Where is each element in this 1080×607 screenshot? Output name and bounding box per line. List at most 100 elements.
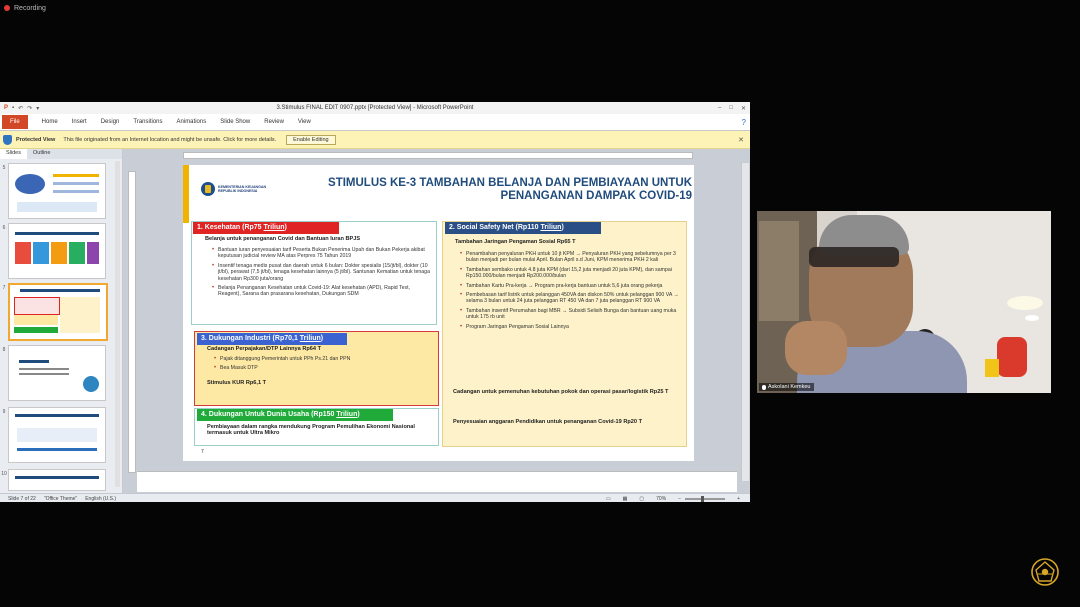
horizontal-ruler [183, 152, 693, 159]
vertical-scrollbar[interactable] [741, 163, 749, 481]
slide-title: STIMULUS KE-3 TAMBAHAN BELANJA DAN PEMBI… [272, 177, 692, 203]
slide-thumbnail[interactable]: 10 [0, 469, 106, 491]
zoom-control: ▭ ▦ ▢ 70% − + [598, 495, 740, 502]
kemenkeu-watermark-logo [1031, 558, 1059, 586]
thumbnail-number: 7 [2, 285, 6, 291]
list-item: Tambahan insentif Perumahan bagi MBR → S… [459, 308, 683, 321]
protected-view-title: Protected View [16, 136, 56, 143]
slide-sorter-icon[interactable]: ▦ [623, 496, 628, 502]
section-1-list: Bantuan iuran penyesuaian tarif Peserta … [211, 247, 433, 301]
tab-animations[interactable]: Animations [177, 119, 207, 125]
window-controls: – □ ✕ [718, 105, 746, 112]
tab-view[interactable]: View [298, 119, 311, 125]
recording-indicator: Recording [4, 2, 46, 14]
tab-file[interactable]: File [2, 115, 28, 129]
participant-name-tag: Askolani Kemkeu [759, 383, 814, 391]
section-2-list: Penambahan penyaluran PKH untuk 10 jt KP… [459, 251, 683, 333]
ceiling-light [1007, 296, 1043, 310]
list-item: Penambahan penyaluran PKH untuk 10 jt KP… [459, 251, 683, 264]
slide-thumbnail-selected[interactable]: 7 [0, 283, 108, 341]
record-dot-icon [4, 5, 10, 11]
kemenkeu-emblem-icon [201, 182, 215, 196]
slide-thumbnail[interactable]: 9 [0, 407, 106, 463]
section-4-body: Pembiayaan dalam rangka mendukung Progra… [207, 424, 415, 437]
protected-view-message[interactable]: This file originated from an Internet lo… [63, 137, 276, 143]
thumbnail-number: 10 [1, 471, 7, 477]
section-3-subtitle: Cadangan Perpajakan/DTP Lainnya Rp64 T [207, 346, 321, 352]
minimize-button[interactable]: – [718, 105, 721, 112]
tab-slides[interactable]: Slides [0, 149, 27, 159]
section-2-paragraph-1: Cadangan untuk pemenuhan kebutuhan pokok… [453, 389, 669, 395]
list-item: Belanja Penanganan Kesehatan untuk Covid… [211, 285, 433, 298]
section-2-subtitle: Tambahan Jaringan Pengaman Sosial Rp65 T [455, 239, 576, 245]
ribbon-tabs: File Home Insert Design Transitions Anim… [0, 114, 750, 131]
section-3-stimulus: Stimulus KUR Rp6,1 T [207, 380, 267, 386]
title-bar: P ▪ ↶ ↷ ▾ 3.Stimulus FINAL EDIT 0907.ppt… [0, 102, 750, 114]
participant-hand [785, 321, 847, 375]
thumbnail-image [8, 283, 108, 341]
microphone-icon [762, 384, 766, 390]
section-3-list: Pajak ditanggung Pemerintah untuk PPh Ps… [213, 356, 427, 375]
zoom-level[interactable]: 70% [656, 496, 666, 502]
normal-view-icon[interactable]: ▭ [606, 496, 611, 502]
thumbnail-number: 9 [2, 409, 6, 415]
thumbnail-number: 5 [2, 165, 6, 171]
thumbnail-image [8, 469, 106, 491]
language[interactable]: English (U.S.) [85, 496, 116, 502]
list-item: Pajak ditanggung Pemerintah untuk PPh Ps… [213, 356, 427, 363]
list-item: Program Jaringan Pengaman Sosial Lainnya [459, 324, 683, 331]
section-2-paragraph-2: Penyesuaian anggaran Pendidikan untuk pe… [453, 419, 642, 425]
thumbnail-image [8, 345, 106, 401]
thumbnail-image [8, 163, 106, 219]
theme-name: "Office Theme" [43, 495, 78, 502]
tab-insert[interactable]: Insert [72, 119, 87, 125]
tab-home[interactable]: Home [42, 119, 58, 125]
list-item: Bantuan iuran penyesuaian tarif Peserta … [211, 247, 433, 260]
help-icon[interactable]: ? [742, 118, 746, 127]
slide-counter: Slide 7 of 22 [8, 495, 36, 502]
slide-thumbnail[interactable]: 6 [0, 223, 106, 279]
zoom-in-icon[interactable]: + [737, 496, 740, 502]
enable-editing-button[interactable]: Enable Editing [286, 134, 336, 145]
status-bar: Slide 7 of 22 "Office Theme" English (U.… [0, 493, 750, 502]
participant-name: Askolani Kemkeu [768, 384, 811, 390]
window-title: 3.Stimulus FINAL EDIT 0907.pptx [Protect… [276, 105, 474, 111]
slide-thumbnail[interactable]: 5 [0, 163, 106, 219]
slide-accent-bar [183, 165, 189, 223]
close-button[interactable]: ✕ [741, 105, 746, 112]
section-2-heading: 2. Social Safety Net (Rp110 Triliun) [445, 222, 601, 234]
slide-title-line-2: PENANGANAN DAMPAK COVID-19 [500, 190, 692, 202]
thumbnail-image [8, 223, 106, 279]
panel-tabs: Slides Outline [0, 149, 122, 159]
thumbnail-image [8, 407, 106, 463]
list-item: Bea Masuk DTP [213, 365, 427, 372]
list-item: Tambahan sembako untuk 4.8 juta KPM (dar… [459, 267, 683, 280]
tab-review[interactable]: Review [264, 119, 284, 125]
protected-view-bar: Protected View This file originated from… [0, 131, 750, 149]
list-item: Pembebasan tarif listrik untuk pelanggan… [459, 292, 683, 305]
tab-transitions[interactable]: Transitions [133, 119, 162, 125]
participant-glasses [809, 247, 899, 267]
slides-panel: Slides Outline 5 6 7 8 9 10 [0, 149, 123, 493]
thumbnail-number: 8 [2, 347, 6, 353]
logo-line-2: REPUBLIK INDONESIA [218, 189, 258, 193]
panel-scrollbar[interactable] [115, 161, 120, 487]
tab-outline[interactable]: Outline [27, 149, 56, 159]
slide-thumbnail[interactable]: 8 [0, 345, 106, 401]
zoom-slider[interactable] [685, 495, 726, 502]
maximize-button[interactable]: □ [729, 105, 733, 112]
reading-view-icon[interactable]: ▢ [639, 496, 644, 502]
section-1-heading: 1. Kesehatan (Rp75 Triliun) [193, 222, 339, 234]
slide-canvas[interactable]: KEMENTERIAN KEUANGAN REPUBLIK INDONESIA … [183, 165, 694, 461]
participant-video-tile[interactable]: Askolani Kemkeu [757, 211, 1051, 393]
section-3-heading: 3. Dukungan Industri (Rp70,1 Triliun) [197, 333, 347, 345]
zoom-out-icon[interactable]: − [678, 496, 681, 502]
notes-pane[interactable] [137, 471, 737, 492]
list-item: Insentif tenaga medis pusat dan daerah u… [211, 263, 433, 282]
tab-design[interactable]: Design [101, 119, 120, 125]
close-icon[interactable]: ✕ [738, 136, 744, 144]
tab-slide-show[interactable]: Slide Show [220, 119, 250, 125]
list-item: Tambahan Kartu Pra-kerja → Program pra-k… [459, 283, 683, 290]
slide-page-number: 7 [201, 449, 204, 455]
section-4-heading: 4. Dukungan Untuk Dunia Usaha (Rp150 Tri… [197, 409, 393, 421]
